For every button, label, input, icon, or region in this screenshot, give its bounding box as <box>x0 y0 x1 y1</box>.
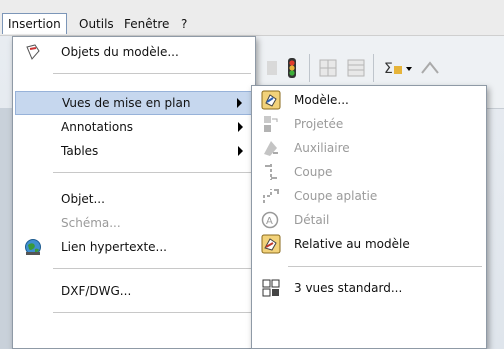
menu-item-annotations[interactable]: Annotations <box>15 115 253 139</box>
submenu-item-coupe-aplatie[interactable]: Coupe aplatie <box>254 184 484 208</box>
menu-item-label: Lien hypertexte... <box>61 240 167 254</box>
submenu-item-relative-au-modele[interactable]: Relative au modèle <box>254 232 484 256</box>
submenu-arrow-icon <box>238 146 243 156</box>
menu-bar: Insertion Outils Fenêtre ? <box>0 0 504 36</box>
menu-item-label: Objet... <box>61 192 105 206</box>
sum-dropdown-icon[interactable]: Σ <box>381 56 415 80</box>
traffic-light-icon[interactable] <box>283 56 301 80</box>
menu-item-label: Objets du modèle... <box>61 45 179 59</box>
menu-item-objet[interactable]: Objet... <box>15 187 253 211</box>
projected-view-icon <box>260 113 282 135</box>
menu-item-dxf-dwg[interactable]: DXF/DWG... <box>15 279 253 303</box>
submenu-item-coupe[interactable]: Coupe <box>254 160 484 184</box>
table-icon[interactable] <box>345 56 367 80</box>
submenu-item-3-vues-standard[interactable]: 3 vues standard... <box>254 276 484 300</box>
vues-de-mise-en-plan-submenu: Modèle... Projetée Auxiliaire Coupe Coup… <box>251 85 487 349</box>
submenu-arrow-icon <box>237 98 242 108</box>
submenu-item-label: 3 vues standard... <box>294 281 403 295</box>
menu-insertion[interactable]: Insertion <box>2 13 67 34</box>
submenu-item-label: Projetée <box>294 117 344 131</box>
aligned-section-icon <box>260 185 282 207</box>
left-panel-edge <box>0 108 12 349</box>
insertion-menu: Objets du modèle... Vues de mise en plan… <box>12 36 256 349</box>
menu-item-tables[interactable]: Tables <box>15 139 253 163</box>
menu-separator <box>288 266 482 267</box>
menu-item-label: Vues de mise en plan <box>62 96 191 110</box>
model-view-icon <box>260 89 282 111</box>
submenu-item-label: Modèle... <box>294 93 349 107</box>
menu-item-schema[interactable]: Schéma... <box>15 211 253 235</box>
submenu-item-detail[interactable]: A Détail <box>254 208 484 232</box>
menu-separator <box>53 268 251 269</box>
tool-icon[interactable] <box>263 56 281 80</box>
menu-item-label: Annotations <box>61 120 134 134</box>
standard-3-views-icon <box>260 277 282 299</box>
grid-icon[interactable] <box>317 56 339 80</box>
menu-separator <box>53 73 251 74</box>
svg-text:Σ: Σ <box>384 61 393 77</box>
menu-item-label: Tables <box>61 144 99 158</box>
submenu-item-label: Coupe <box>294 165 333 179</box>
menu-item-objets-du-modele[interactable]: Objets du modèle... <box>15 40 253 64</box>
auxiliary-view-icon <box>260 137 282 159</box>
detail-view-icon: A <box>260 209 282 231</box>
submenu-item-label: Détail <box>294 213 330 227</box>
menu-outils[interactable]: Outils <box>74 14 119 34</box>
toolbar-separator <box>309 54 310 82</box>
weld-icon[interactable] <box>419 56 441 80</box>
submenu-arrow-icon <box>238 122 243 132</box>
submenu-item-modele[interactable]: Modèle... <box>254 88 484 112</box>
menu-item-vues-de-mise-en-plan[interactable]: Vues de mise en plan <box>15 91 253 115</box>
globe-icon <box>23 237 43 257</box>
toolbar-separator <box>373 54 374 82</box>
submenu-item-label: Coupe aplatie <box>294 189 378 203</box>
section-view-icon <box>260 161 282 183</box>
submenu-item-label: Auxiliaire <box>294 141 350 155</box>
model-objects-icon <box>23 42 43 62</box>
submenu-item-auxiliaire[interactable]: Auxiliaire <box>254 136 484 160</box>
menu-fenetre[interactable]: Fenêtre <box>119 14 174 34</box>
menu-item-lien-hypertexte[interactable]: Lien hypertexte... <box>15 235 253 259</box>
relative-view-icon <box>260 233 282 255</box>
svg-text:A: A <box>266 216 273 227</box>
menu-item-label: DXF/DWG... <box>61 284 132 298</box>
menu-separator <box>53 312 251 313</box>
menu-help[interactable]: ? <box>176 14 192 34</box>
submenu-item-label: Relative au modèle <box>294 237 410 251</box>
menu-item-label: Schéma... <box>61 216 121 230</box>
menu-separator <box>53 172 251 173</box>
submenu-item-projetee[interactable]: Projetée <box>254 112 484 136</box>
